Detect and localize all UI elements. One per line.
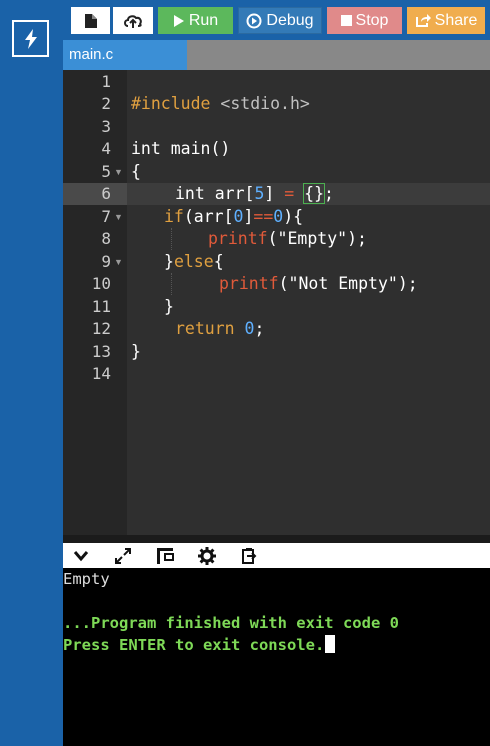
share-button[interactable]: Share [407,7,485,34]
function-call: printf [219,274,279,293]
tab-bar: main.c [63,40,490,70]
code-text: int arr[ [175,184,255,203]
press-enter-line: Press ENTER to exit console. [63,634,490,656]
layout-panel-icon [157,548,174,564]
code-text: } [164,252,174,271]
code-line-7: if(arr[0]==0){ [164,206,303,229]
clipboard-icon [242,548,257,564]
upload-icon [124,14,142,28]
line-number: 11 [91,297,111,316]
function-call: printf [208,229,268,248]
console-cursor [325,635,336,653]
code-text: { [213,252,224,271]
press-enter-message: Press ENTER to exit console. [63,636,325,654]
code-line-13: } [131,342,141,361]
tab-main-c[interactable]: main.c [63,40,187,70]
expand-console-button[interactable] [113,546,133,566]
share-label: Share [434,11,478,29]
fold-arrow-icon[interactable]: ▼ [114,206,123,229]
debug-button[interactable]: Debug [238,7,322,34]
code-line-6: int arr[5] = {}; [175,183,334,206]
copy-output-button[interactable] [239,546,259,566]
number-literal: 0 [233,207,244,226]
chevron-down-icon [73,551,89,562]
stop-label: Stop [355,11,389,29]
upload-button[interactable] [113,7,153,34]
line-number: 12 [91,319,111,338]
fold-arrow-icon[interactable]: ▼ [114,161,123,184]
debug-label: Debug [266,11,314,29]
matched-brace: {} [303,183,326,204]
code-line-11: } [164,297,174,316]
code-editor[interactable]: 1 2 3 4 5 6 7 8 9 10 11 12 13 14 ▼ ▼ ▼ #… [63,70,490,535]
line-number: 7 [101,207,111,226]
line-number: 8 [101,229,111,248]
gear-icon [198,547,216,565]
code-line-2: #include <stdio.h> [131,93,310,116]
line-number: 2 [101,94,111,113]
code-text: ("Empty"); [267,229,367,248]
code-text: ; [254,319,265,338]
settings-button[interactable] [197,546,217,566]
number-literal: 0 [273,207,284,226]
exit-code-message: ...Program finished with exit code 0 [63,614,399,632]
program-output-line: Empty [63,570,110,588]
code-line-12: return 0; [175,318,264,341]
line-number: 1 [101,72,111,91]
code-line-5: { [131,162,141,181]
line-number: 6 [101,184,111,203]
if-keyword: if [164,207,184,226]
code-line-4: int main() [131,138,230,161]
type-keyword: int [131,139,161,158]
operator: == [253,207,274,226]
line-number: 9 [101,252,111,271]
console-layout-button[interactable] [155,546,175,566]
line-number: 5 [101,162,111,181]
console-toolbar [63,543,490,568]
logo[interactable] [12,20,49,57]
lightning-icon [24,28,37,49]
line-number: 4 [101,139,111,158]
console-output[interactable]: Empty ...Program finished with exit code… [63,568,490,746]
run-label: Run [188,11,219,29]
sidebar [0,0,63,746]
code-text: ] [243,207,254,226]
include-directive: #include [131,94,211,113]
code-text: ){ [283,207,304,226]
line-number: 3 [101,117,111,136]
line-number: 13 [91,342,111,361]
return-keyword: return [175,319,235,338]
code-text: ("Not Empty"); [278,274,418,293]
code-text: ] [264,184,285,203]
code-line-9: }else{ [164,251,224,274]
code-line-8: printf("Empty"); [208,228,367,251]
stop-square-icon [340,15,352,26]
play-icon [173,14,184,27]
stop-button[interactable]: Stop [327,7,402,34]
run-button[interactable]: Run [158,7,233,34]
code-text: main() [160,139,231,158]
indent-guide [171,228,172,250]
debug-play-circle-icon [246,13,262,28]
indent-guide [171,273,172,295]
number-literal: 5 [254,184,265,203]
code-line-10: printf("Not Empty"); [219,273,418,296]
header-name: <stdio.h> [220,94,310,113]
new-file-button[interactable] [71,7,110,34]
else-keyword: else [173,252,214,271]
fold-arrow-icon[interactable]: ▼ [114,251,123,274]
new-file-icon [84,13,97,28]
toolbar: Run Debug Stop Share [63,0,490,40]
code-text: (arr[ [183,207,234,226]
code-text: ; [324,184,334,203]
operator: = [284,184,295,203]
collapse-console-button[interactable] [71,546,91,566]
line-number: 10 [91,274,111,293]
share-icon [415,14,431,27]
line-number: 14 [91,364,111,383]
number-literal: 0 [244,319,255,338]
expand-arrows-icon [115,548,131,564]
